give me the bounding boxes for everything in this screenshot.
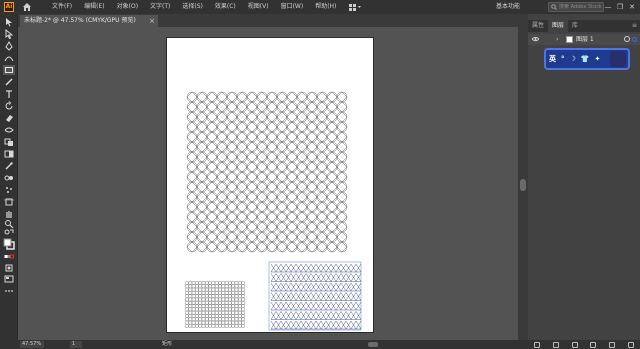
gradient-tool-icon[interactable] <box>3 149 15 159</box>
tab-libraries[interactable]: 库 <box>568 20 582 32</box>
fill-stroke-swatch[interactable] <box>3 238 15 250</box>
new-sublayer-icon[interactable] <box>590 341 597 348</box>
color-mode-icon[interactable] <box>3 252 15 262</box>
menu-help[interactable]: 帮助(H) <box>309 0 342 14</box>
search-placeholder: 搜索 Adobe Stock <box>559 4 602 10</box>
ime-skin-icon[interactable]: 👕 <box>581 55 590 63</box>
delete-layer-icon[interactable] <box>627 341 634 348</box>
blue-triangle-pattern[interactable] <box>268 261 362 331</box>
ime-toolbar[interactable]: 英 ° ☽ 👕 ✦ <box>544 48 630 70</box>
panel-tabs: 属性 图层 库 ≡ <box>528 20 640 32</box>
blend-tool-icon[interactable] <box>3 173 15 183</box>
menu-object[interactable]: 对象(O) <box>111 0 144 14</box>
layers-panel-footer <box>528 340 640 349</box>
small-circle-pattern[interactable] <box>185 281 246 328</box>
tab-layers[interactable]: 图层 <box>548 20 569 32</box>
hand-tool-icon[interactable] <box>3 209 15 219</box>
shape-builder-tool-icon[interactable] <box>3 137 15 147</box>
workspace-switcher[interactable]: 基本功能 <box>496 2 520 12</box>
new-layer-icon[interactable] <box>608 341 615 348</box>
artboard[interactable] <box>166 37 374 333</box>
tab-properties[interactable]: 属性 <box>528 20 548 32</box>
menu-edit[interactable]: 编辑(E) <box>78 0 110 14</box>
swap-colors-icon[interactable] <box>3 228 15 238</box>
expand-layer-chevron-icon[interactable]: › <box>556 34 558 45</box>
arrange-documents-icon[interactable] <box>348 2 362 12</box>
menu-effect[interactable]: 效果(C) <box>209 0 242 14</box>
layer-color-indicator <box>632 37 637 42</box>
restore-button[interactable]: ❐ <box>614 0 626 14</box>
window-controls: — ❐ ✕ <box>602 0 638 14</box>
menu-view[interactable]: 视图(V) <box>242 0 275 14</box>
layer-row[interactable]: › 图层 1 <box>528 34 640 45</box>
search-icon <box>551 4 557 10</box>
ime-avatar <box>610 51 626 67</box>
type-tool-icon[interactable] <box>3 89 15 99</box>
menu-file[interactable]: 文件(F) <box>46 0 78 14</box>
edit-toolbar-icon[interactable] <box>3 286 15 296</box>
symbol-sprayer-tool-icon[interactable] <box>3 185 15 195</box>
menu-window[interactable]: 窗口(W) <box>275 0 310 14</box>
horizontal-scroll-thumb[interactable] <box>368 342 378 347</box>
ime-punctuation-icon[interactable]: ° <box>561 55 565 63</box>
layer-thumbnail <box>566 36 573 43</box>
layer-target-icon[interactable] <box>624 36 630 42</box>
make-clipping-mask-icon[interactable] <box>571 341 578 348</box>
locate-object-icon[interactable] <box>552 341 559 348</box>
eye-icon[interactable] <box>532 36 539 42</box>
app-logo: Ai <box>4 2 14 12</box>
vertical-scrollbar[interactable] <box>518 27 528 340</box>
ime-moon-icon[interactable]: ☽ <box>570 55 576 63</box>
stock-search-input[interactable]: 搜索 Adobe Stock <box>548 2 604 12</box>
document-tab-title: 未标题-2* @ 47.57% (CMYK/GPU 预览) <box>24 17 136 24</box>
ime-language-toggle[interactable]: 英 <box>549 54 556 64</box>
pen-tool-icon[interactable] <box>3 41 15 51</box>
minimize-button[interactable]: — <box>602 0 614 14</box>
large-circle-diamond-pattern[interactable] <box>186 91 348 253</box>
selection-tool-icon[interactable] <box>3 17 15 27</box>
screen-mode-icon[interactable] <box>3 274 15 284</box>
panel-menu-icon[interactable]: ≡ <box>632 20 637 32</box>
current-tool-status: 矩形 <box>162 341 173 347</box>
artboard-tool-icon[interactable] <box>3 197 15 207</box>
direct-selection-tool-icon[interactable] <box>3 29 15 39</box>
document-tab[interactable]: 未标题-2* @ 47.57% (CMYK/GPU 预览) × <box>20 15 158 27</box>
vertical-scroll-thumb[interactable] <box>520 179 526 191</box>
menu-bar: Ai 文件(F) 编辑(E) 对象(O) 文字(T) 选择(S) 效果(C) 视… <box>0 0 640 14</box>
eyedropper-tool-icon[interactable] <box>3 161 15 171</box>
paintbrush-tool-icon[interactable] <box>3 77 15 87</box>
rotate-tool-icon[interactable] <box>3 101 15 111</box>
canvas[interactable] <box>18 27 518 340</box>
drawing-modes-icon[interactable] <box>3 263 15 273</box>
menu-select[interactable]: 选择(S) <box>176 0 209 14</box>
tools-panel <box>0 14 18 340</box>
artwork <box>185 91 362 331</box>
layer-name[interactable]: 图层 1 <box>576 34 594 45</box>
close-button[interactable]: ✕ <box>626 0 638 14</box>
menu-type[interactable]: 文字(T) <box>144 0 176 14</box>
home-icon[interactable] <box>22 2 32 12</box>
artboard-number-field[interactable]: 1 <box>70 341 82 348</box>
zoom-level-field[interactable]: 47.57% <box>20 341 44 348</box>
curvature-tool-icon[interactable] <box>3 53 15 63</box>
document-tab-bar: 未标题-2* @ 47.57% (CMYK/GPU 预览) × <box>18 14 528 27</box>
eraser-tool-icon[interactable] <box>3 113 15 123</box>
close-tab-icon[interactable]: × <box>149 15 155 27</box>
ime-settings-icon[interactable]: ✦ <box>595 55 601 63</box>
rectangle-tool-icon[interactable] <box>3 65 15 75</box>
menu-items: 文件(F) 编辑(E) 对象(O) 文字(T) 选择(S) 效果(C) 视图(V… <box>46 0 342 14</box>
layers-panel: 属性 图层 库 ≡ › 图层 1 英 ° ☽ 👕 ✦ <box>528 14 640 340</box>
width-tool-icon[interactable] <box>3 125 15 135</box>
export-icon[interactable] <box>534 341 541 348</box>
